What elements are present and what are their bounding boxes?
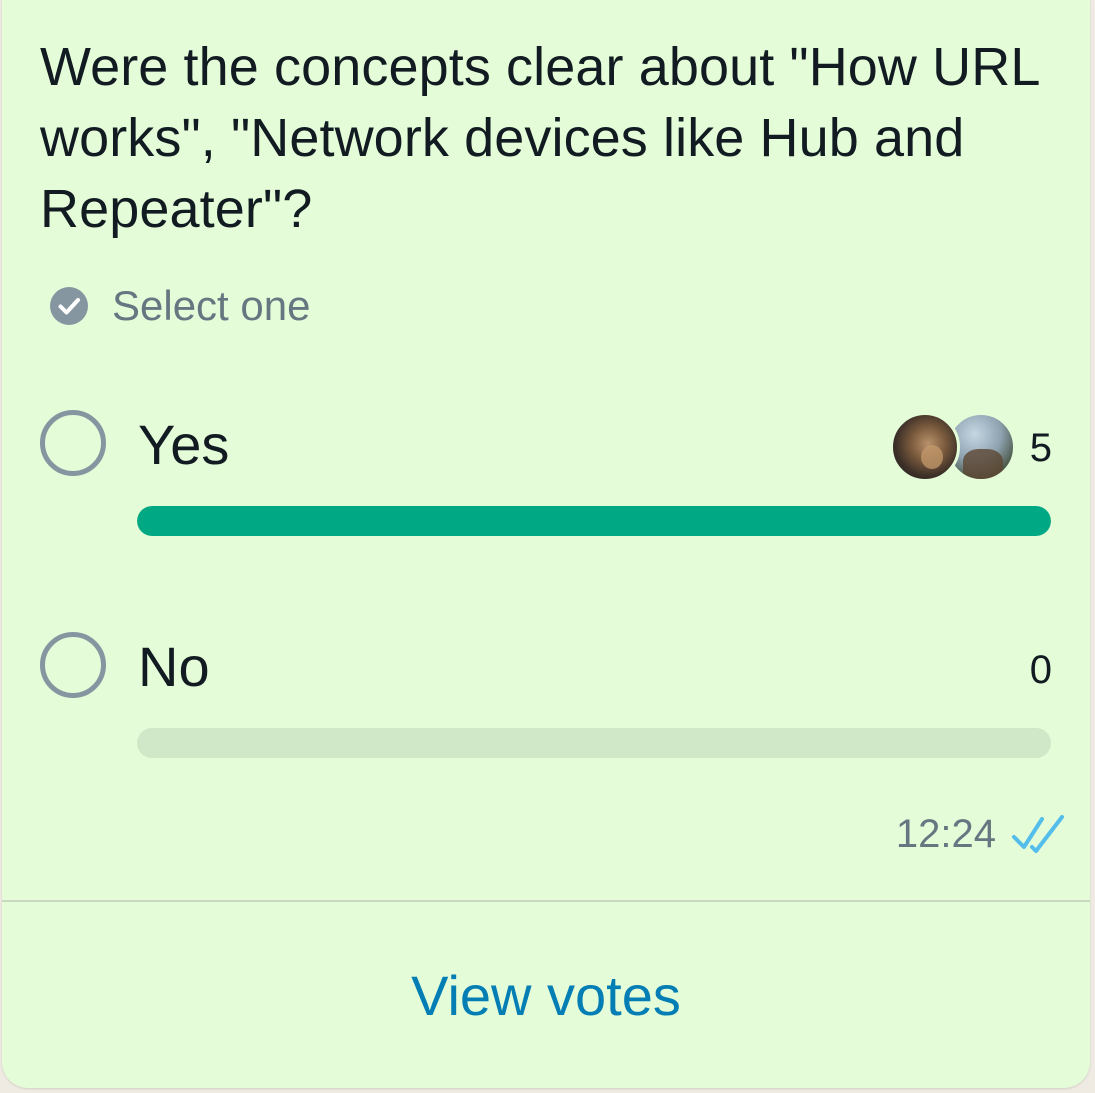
radio-button-yes[interactable] (40, 410, 106, 476)
progress-track-no (137, 728, 1051, 758)
voter-avatars[interactable] (886, 412, 1016, 484)
option-label-no: No (138, 635, 210, 698)
select-one-hint: Select one (50, 282, 310, 330)
select-one-label: Select one (112, 282, 311, 329)
view-votes-button[interactable]: View votes (2, 902, 1090, 1088)
poll-message-bubble: Were the concepts clear about "How URL w… (2, 0, 1090, 1088)
progress-track-yes (137, 506, 1051, 536)
poll-question: Were the concepts clear about "How URL w… (40, 37, 1039, 239)
progress-fill-yes (137, 506, 1051, 536)
poll-option-no[interactable]: No 0 (2, 632, 1090, 782)
vote-count-yes: 5 (1029, 426, 1052, 470)
voter-avatar (890, 412, 960, 482)
message-meta: 12:24 (896, 812, 1070, 857)
check-circle-icon (50, 287, 88, 325)
vote-count-no: 0 (1029, 648, 1052, 692)
option-label-yes: Yes (138, 413, 230, 476)
double-check-read-icon (1012, 814, 1064, 853)
radio-button-no[interactable] (40, 632, 106, 698)
poll-option-yes[interactable]: Yes 5 (2, 410, 1090, 560)
message-time: 12:24 (895, 812, 996, 856)
